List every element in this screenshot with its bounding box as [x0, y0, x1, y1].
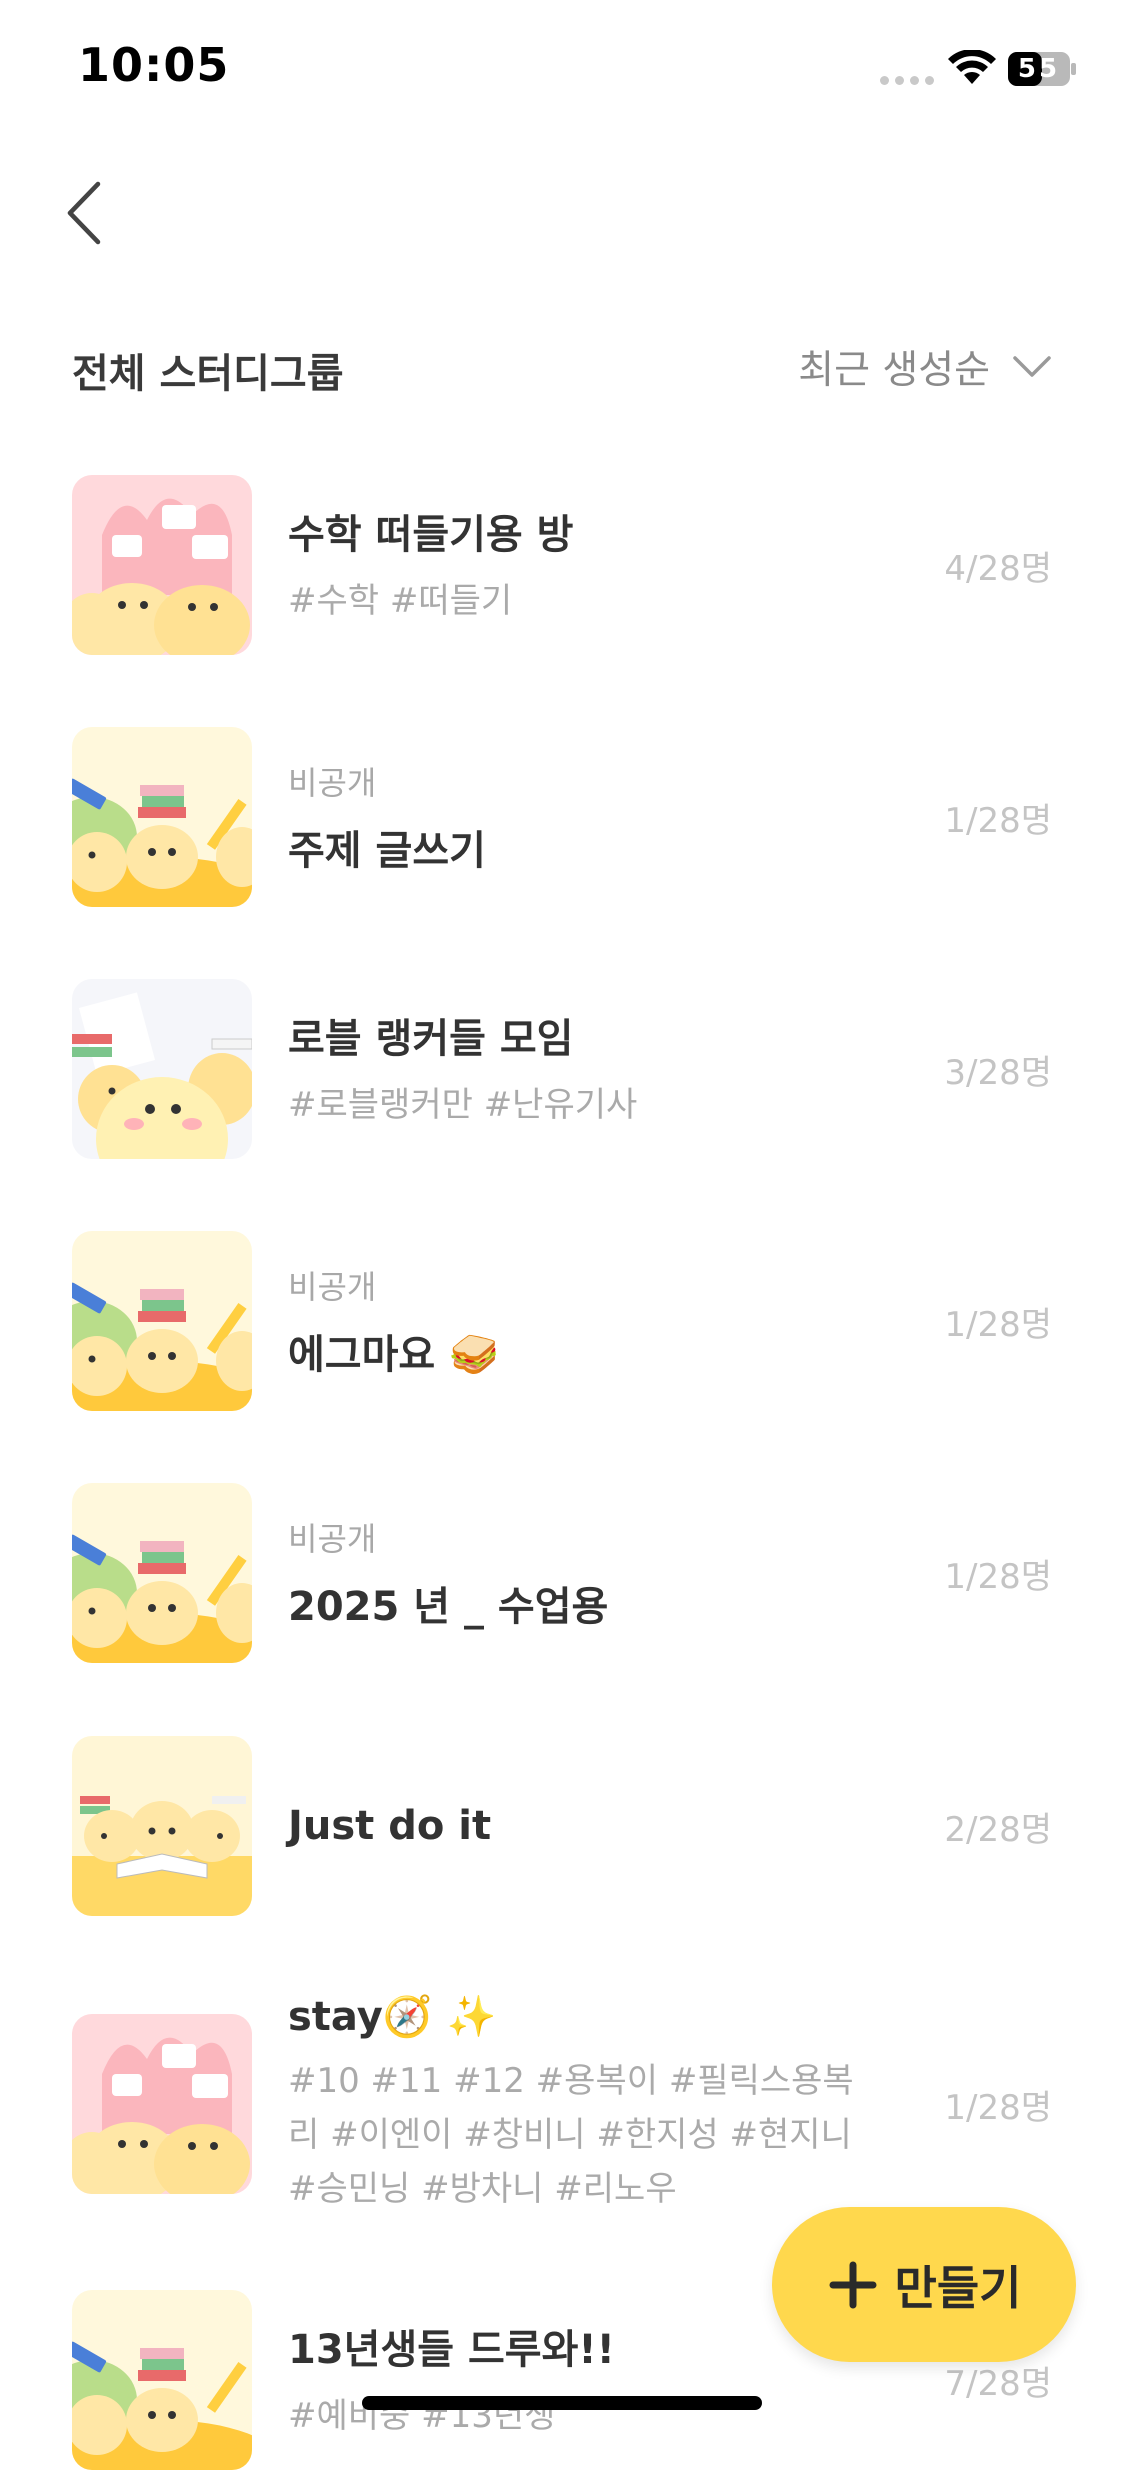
group-thumbnail — [72, 2290, 252, 2470]
group-name: 에그마요 🥪 — [288, 1332, 499, 1378]
battery-icon: 55 — [1008, 52, 1076, 86]
back-button[interactable] — [60, 178, 108, 248]
member-count: 2/28명 — [944, 1809, 1052, 1850]
home-indicator[interactable] — [362, 2396, 762, 2410]
member-count: 1/28명 — [944, 2087, 1052, 2128]
group-thumbnail — [72, 2014, 252, 2194]
member-count: 4/28명 — [944, 548, 1052, 589]
group-name: 2025 년 _ 수업용 — [288, 1584, 609, 1630]
member-count: 1/28명 — [944, 1556, 1052, 1597]
member-count: 1/28명 — [944, 1304, 1052, 1345]
group-name: 로블 랭커들 모임 — [288, 1016, 574, 1062]
private-label: 비공개 — [288, 764, 377, 802]
group-tags: #10 #11 #12 #용복이 #필릭스용복리 #이엔이 #창비니 #한지성 … — [288, 2060, 854, 2209]
group-name: 수학 떠들기용 방 — [288, 512, 574, 558]
create-group-button[interactable]: 만들기 — [772, 2207, 1076, 2362]
group-thumbnail — [72, 979, 252, 1159]
private-label: 비공개 — [288, 1268, 377, 1306]
group-tags: #수학 #떠들기 — [288, 581, 513, 621]
group-thumbnail — [72, 1483, 252, 1663]
group-name: 주제 글쓰기 — [288, 828, 486, 874]
plus-icon — [829, 2261, 877, 2308]
group-tags: #로블랭커만 #난유기사 — [288, 1085, 638, 1125]
status-time: 10:05 — [78, 38, 230, 92]
member-count: 3/28명 — [944, 1052, 1052, 1093]
create-button-label: 만들기 — [894, 2260, 1022, 2315]
group-name: Just do it — [288, 1803, 492, 1849]
status-bar: 10:05 55 — [0, 0, 1125, 140]
group-thumbnail — [72, 1736, 252, 1916]
private-label: 비공개 — [288, 1520, 377, 1558]
group-name: stay🧭 ✨ — [288, 1993, 497, 2040]
list-item[interactable]: 비공개 2025 년 _ 수업용 1/28명 — [72, 1483, 1052, 1663]
sort-dropdown[interactable]: 최근 생성순 — [798, 339, 1052, 395]
list-item[interactable]: 수학 떠들기용 방 #수학 #떠들기 4/28명 — [72, 475, 1052, 655]
cellular-signal-icon — [880, 76, 934, 86]
wifi-icon — [948, 50, 996, 84]
list-item[interactable]: stay🧭 ✨ #10 #11 #12 #용복이 #필릭스용복리 #이엔이 #창… — [72, 1994, 1052, 2209]
group-thumbnail — [72, 475, 252, 655]
list-item[interactable]: 로블 랭커들 모임 #로블랭커만 #난유기사 3/28명 — [72, 979, 1052, 1159]
group-thumbnail — [72, 727, 252, 907]
list-item[interactable]: 비공개 주제 글쓰기 1/28명 — [72, 727, 1052, 907]
chevron-down-icon — [1013, 356, 1051, 377]
sort-label: 최근 생성순 — [798, 348, 990, 393]
member-count: 1/28명 — [944, 800, 1052, 841]
list-item[interactable]: Just do it 2/28명 — [72, 1736, 1052, 1916]
page-title: 전체 스터디그룹 — [72, 351, 344, 397]
battery-level: 55 — [1017, 54, 1061, 84]
list-item[interactable]: 비공개 에그마요 🥪 1/28명 — [72, 1231, 1052, 1411]
group-thumbnail — [72, 1231, 252, 1411]
list-header: 전체 스터디그룹 최근 생성순 — [72, 335, 1052, 399]
